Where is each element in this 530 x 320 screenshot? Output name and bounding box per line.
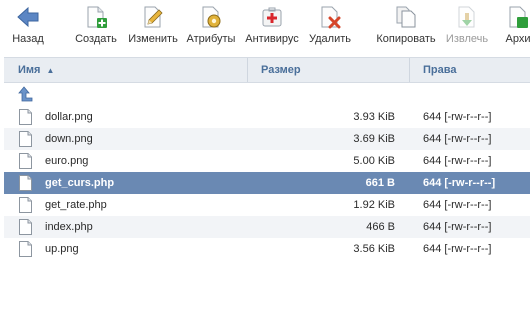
file-permissions: 644 [-rw-r--r--] xyxy=(423,133,492,145)
copy-label: Копировать xyxy=(376,33,436,45)
attributes-gear-icon xyxy=(202,6,221,28)
file-permissions: 644 [-rw-r--r--] xyxy=(423,111,492,123)
file-icon xyxy=(19,175,32,191)
file-name: get_rate.php xyxy=(45,199,107,211)
attributes-label: Атрибуты xyxy=(186,33,236,45)
copy-button[interactable]: Копировать xyxy=(374,0,438,50)
column-divider[interactable] xyxy=(247,58,248,82)
file-permissions: 644 [-rw-r--r--] xyxy=(423,155,492,167)
file-name: get_curs.php xyxy=(45,177,115,189)
antivirus-button[interactable]: Антивирус xyxy=(244,0,300,50)
sort-ascending-icon: ▲ xyxy=(46,66,55,75)
back-button[interactable]: Назад xyxy=(8,0,48,50)
back-label: Назад xyxy=(12,33,44,45)
file-permissions: 644 [-rw-r--r--] xyxy=(423,243,492,255)
create-button[interactable]: Создать xyxy=(72,0,120,50)
file-name: down.png xyxy=(45,133,93,145)
file-row[interactable]: down.png 3.69 KiB 644 [-rw-r--r--] xyxy=(4,128,530,150)
antivirus-first-aid-icon xyxy=(262,7,282,27)
file-list-header: Имя ▲ Размер Права xyxy=(4,57,530,83)
file-name: euro.png xyxy=(45,155,89,167)
file-row[interactable]: up.png 3.56 KiB 644 [-rw-r--r--] xyxy=(4,238,530,260)
file-icon xyxy=(19,219,32,235)
file-size: 661 B xyxy=(365,177,395,189)
file-size: 3.69 KiB xyxy=(353,133,395,145)
file-name: index.php xyxy=(45,221,93,233)
file-size: 3.56 KiB xyxy=(353,243,395,255)
file-size: 1.92 KiB xyxy=(353,199,395,211)
create-label: Создать xyxy=(75,33,117,45)
column-rights-header[interactable]: Права xyxy=(423,58,456,82)
file-permissions: 644 [-rw-r--r--] xyxy=(423,221,492,233)
column-name-label: Имя xyxy=(18,64,41,76)
file-row[interactable]: euro.png 5.00 KiB 644 [-rw-r--r--] xyxy=(4,150,530,172)
archive-button[interactable]: Архи xyxy=(498,0,530,50)
file-row[interactable]: dollar.png 3.93 KiB 644 [-rw-r--r--] xyxy=(4,106,530,128)
delete-button[interactable]: Удалить xyxy=(308,0,352,50)
archive-label: Архи xyxy=(505,33,530,45)
column-size-header[interactable]: Размер xyxy=(261,58,301,82)
file-size: 3.93 KiB xyxy=(353,111,395,123)
extract-button[interactable]: Извлечь xyxy=(443,0,491,50)
file-list: Имя ▲ Размер Права dollar.png 3.93 KiB 644… xyxy=(4,57,530,260)
column-name-header[interactable]: Имя ▲ xyxy=(18,58,54,82)
extract-icon xyxy=(458,6,475,28)
edit-button[interactable]: Изменить xyxy=(125,0,181,50)
delete-file-icon xyxy=(321,6,341,29)
file-row[interactable]: get_curs.php 661 B 644 [-rw-r--r--] xyxy=(4,172,530,194)
file-icon xyxy=(19,153,32,169)
delete-label: Удалить xyxy=(309,33,351,45)
edit-pencil-icon xyxy=(144,6,163,28)
file-permissions: 644 [-rw-r--r--] xyxy=(423,199,492,211)
extract-label: Извлечь xyxy=(445,33,489,45)
file-icon xyxy=(19,197,32,213)
file-icon xyxy=(19,109,32,125)
file-name: up.png xyxy=(45,243,79,255)
attributes-button[interactable]: Атрибуты xyxy=(185,0,237,50)
file-size: 5.00 KiB xyxy=(353,155,395,167)
archive-icon xyxy=(509,6,528,28)
edit-label: Изменить xyxy=(128,33,178,45)
file-size: 466 B xyxy=(366,221,395,233)
copy-icon xyxy=(396,6,416,28)
file-row[interactable]: get_rate.php 1.92 KiB 644 [-rw-r--r--] xyxy=(4,194,530,216)
column-divider[interactable] xyxy=(409,58,410,82)
new-file-icon xyxy=(87,6,107,28)
file-icon xyxy=(19,241,32,257)
file-permissions: 644 [-rw-r--r--] xyxy=(423,177,496,189)
back-arrow-icon xyxy=(17,6,39,28)
file-name: dollar.png xyxy=(45,111,93,123)
antivirus-label: Антивирус xyxy=(245,33,299,45)
parent-folder-up-icon xyxy=(18,86,33,102)
file-row[interactable]: index.php 466 B 644 [-rw-r--r--] xyxy=(4,216,530,238)
toolbar: Назад Создать Изменить Атрибуты Антивиру… xyxy=(0,0,530,54)
file-icon xyxy=(19,131,32,147)
parent-directory-row[interactable] xyxy=(4,83,530,106)
